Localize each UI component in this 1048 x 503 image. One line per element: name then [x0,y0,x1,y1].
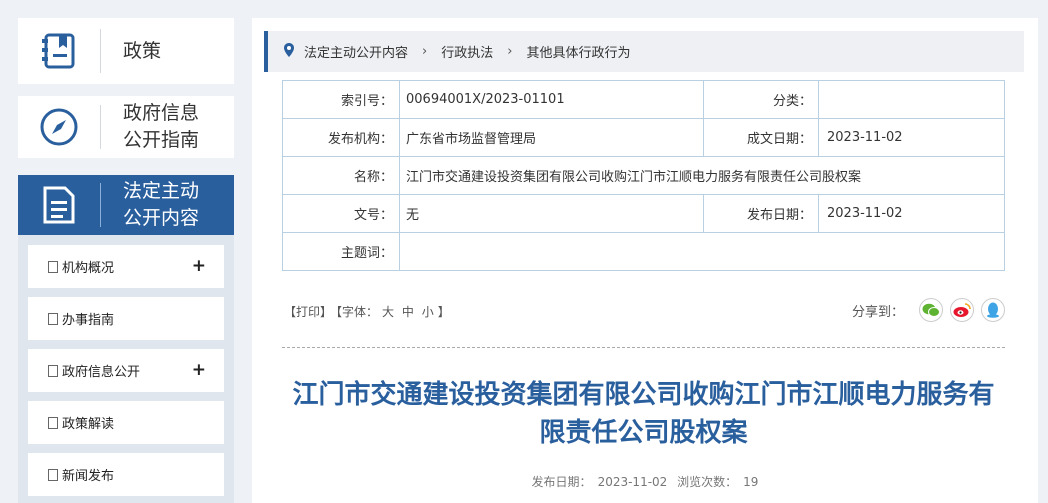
index-label: 索引号： [282,80,400,119]
publisher-value: 广东省市场监督管理局 [399,118,704,157]
active-label-line-1: 法定主动 [123,180,200,202]
menu-item-label: 新闻发布 [62,469,115,484]
menu-item-service-guide[interactable]: 办事指南 [28,297,224,340]
copy-icon [45,260,58,276]
wechat-icon[interactable] [919,298,944,322]
font-large-link[interactable]: 大 [382,305,394,319]
share-bar: 分享到： [852,298,1006,322]
guide-label-line-1: 政府信息 [123,102,200,124]
font-size-prefix: 【字体： [336,305,379,319]
menu-item-org-overview[interactable]: 机构概况 + [28,245,224,288]
published-date-value: 2023-11-02 [818,194,1005,233]
menu-item-label: 政府信息公开 [62,365,141,380]
font-medium-link[interactable]: 中 [402,305,414,319]
sidebar-policy-label: 政策 [123,39,162,62]
article-title: 江门市交通建设投资集团有限公司收购江门市江顺电力服务有限责任公司股权案 [292,380,995,448]
table-row: 名称： 江门市交通建设投资集团有限公司收购江门市江顺电力服务有限责任公司股权案 [282,156,1005,195]
menu-item-label: 机构概况 [62,261,115,276]
publish-date-value: 2023-11-02 [597,475,668,489]
location-pin-icon [284,42,294,61]
table-row: 主题词： [282,232,1005,271]
menu-item-label: 办事指南 [62,313,115,328]
compass-icon [18,107,100,147]
breadcrumb-item[interactable]: 其他具体行政行为 [526,42,630,61]
sidebar-menu: 机构概况 + 办事指南 政府信息公开 + 政策解读 新闻发布 [18,235,234,503]
print-link[interactable]: 【打印】 [284,305,332,319]
menu-item-policy-interpretation[interactable]: 政策解读 [28,401,224,444]
weibo-icon[interactable] [950,298,975,322]
keywords-value [399,232,1005,271]
sidebar-card-guide[interactable]: 政府信息 公开指南 [18,96,234,158]
copy-icon [45,468,58,484]
qq-icon[interactable] [981,298,1006,322]
copy-icon [45,364,58,380]
doc-number-value: 无 [399,194,704,233]
breadcrumb-item[interactable]: 法定主动公开内容 [304,42,408,61]
index-value: 00694001X/2023-01101 [399,80,704,119]
views-value: 19 [743,475,759,489]
breadcrumb: 法定主动公开内容 › 行政执法 › 其他具体行政行为 [264,31,1024,72]
chevron-right-icon: › [422,44,428,59]
copy-icon [45,312,58,328]
chevron-right-icon: › [507,44,513,59]
created-date-value: 2023-11-02 [818,118,1005,157]
share-label: 分享到： [852,304,905,320]
table-row: 发布机构： 广东省市场监督管理局 成文日期： 2023-11-02 [282,118,1005,157]
created-date-label: 成文日期： [703,118,819,157]
document-icon [18,185,100,225]
publish-date-label: 发布日期： [531,475,592,489]
sidebar-card-policy[interactable]: 政策 [18,18,234,84]
main-content: 法定主动公开内容 › 行政执法 › 其他具体行政行为 索引号： 00694001… [252,18,1038,503]
name-label: 名称： [282,156,400,195]
doc-number-label: 文号： [282,194,400,233]
article-tools: 【打印】 【字体：大 中 小】 [284,303,454,320]
keywords-label: 主题词： [282,232,400,271]
guide-label-line-2: 公开指南 [123,129,200,151]
font-size-suffix: 】 [437,305,450,319]
menu-item-gov-info-disclosure[interactable]: 政府信息公开 + [28,349,224,392]
sidebar-guide-label: 政府信息 公开指南 [101,100,199,154]
expand-icon[interactable]: + [192,256,206,276]
font-small-link[interactable]: 小 [422,305,434,319]
category-label: 分类： [703,80,819,119]
table-row: 索引号： 00694001X/2023-01101 分类： [282,80,1005,119]
active-label-line-2: 公开内容 [123,207,200,229]
published-date-label: 发布日期： [703,194,819,233]
category-value [818,80,1005,119]
book-icon [18,32,100,70]
name-value: 江门市交通建设投资集团有限公司收购江门市江顺电力服务有限责任公司股权案 [399,156,1005,195]
publisher-label: 发布机构： [282,118,400,157]
copy-icon [45,416,58,432]
views-label: 浏览次数： [677,475,738,489]
menu-item-news-release[interactable]: 新闻发布 [28,453,224,496]
menu-item-label: 政策解读 [62,417,115,432]
sidebar-card-active-disclosure[interactable]: 法定主动 公开内容 [18,175,234,235]
document-metadata-table: 索引号： 00694001X/2023-01101 分类： 发布机构： 广东省市… [282,80,1005,271]
expand-icon[interactable]: + [192,360,206,380]
dashed-divider [282,347,1005,348]
article-publish-info: 发布日期： 2023-11-02 浏览次数： 19 [252,473,1038,490]
table-row: 文号： 无 发布日期： 2023-11-02 [282,194,1005,233]
breadcrumb-item[interactable]: 行政执法 [441,42,493,61]
sidebar-active-label: 法定主动 公开内容 [101,178,199,232]
